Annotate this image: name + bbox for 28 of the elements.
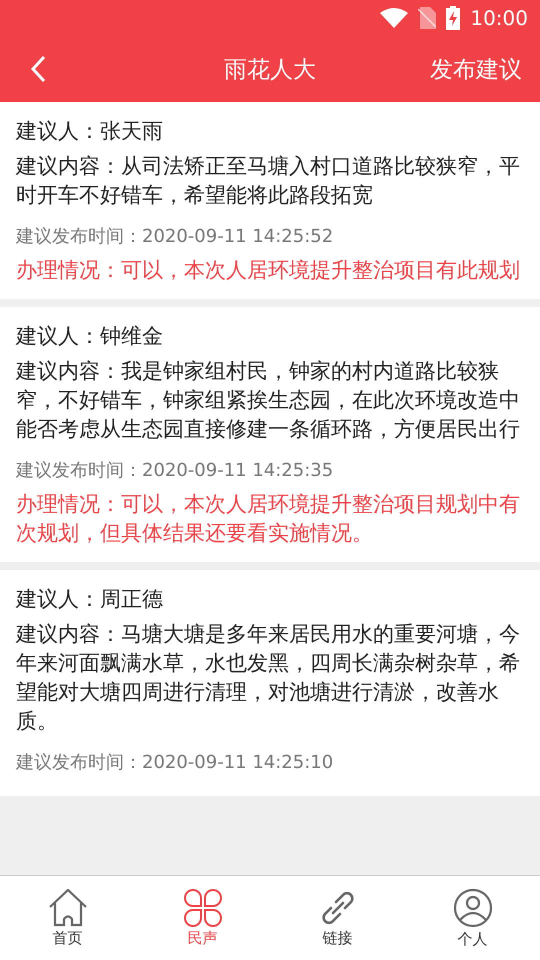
status-time: 10:00 xyxy=(470,6,528,30)
wifi-icon xyxy=(380,8,408,28)
publish-time-text: 建议发布时间：2020-09-11 14:25:10 xyxy=(16,751,334,774)
content-text: 建议内容：从司法矫正至马塘入村口道路比较狭窄，平时开车不好错车，希望能将此路段拓宽 xyxy=(16,153,521,209)
charging-battery-icon xyxy=(446,6,460,30)
publish-suggestion-button[interactable]: 发布建议 xyxy=(430,54,540,84)
handling-status-text: 办理情况：可以，本次人居环境提升整治项目规划中有次规划，但具体结果还要看实施情况。 xyxy=(16,491,521,547)
suggestion-card[interactable]: 建议人：钟维金 建议内容：我是钟家组村民，钟家的村内道路比较狭窄，不好错车，钟家组紧挨生态园，在此次环境改造中能否考虑从生态园直接修建一条循环路，方便居民出行 建议发布时间：2020-09-11 14:25:35 办理情况：可以，本次人居环境提升整治项目规划中有次规划，但具体结果还要看实施情况。 xyxy=(0,307,540,562)
suggestion-card[interactable]: 建议人：周正德 建议内容：马塘大塘是多年来居民用水的重要河塘，今年来河面飘满水草，水也发黑，四周长满杂树杂草，希望能对大塘四周进行清理，对池塘进行清淤，改善水质。 建议发布时间：2020-09-11 14:25:10 xyxy=(0,570,540,796)
nav-tab[interactable]: 民声 xyxy=(135,876,270,960)
proposer-text: 建议人：张天雨 xyxy=(16,118,164,145)
publish-time-text: 建议发布时间：2020-09-11 14:25:35 xyxy=(16,459,334,482)
back-icon xyxy=(30,55,46,83)
clover-icon xyxy=(184,888,222,926)
nav-tab[interactable]: 个人 xyxy=(405,876,540,960)
proposer-text: 建议人：钟维金 xyxy=(16,323,164,350)
handling-status-text: 办理情况：可以，本次人居环境提升整治项目有此规划 xyxy=(16,257,521,284)
page-title: 雨花人大 xyxy=(224,56,316,84)
profile-icon xyxy=(452,888,492,928)
nav-tab[interactable]: 首页 xyxy=(0,876,135,960)
content-text: 建议内容：马塘大塘是多年来居民用水的重要河塘，今年来河面飘满水草，水也发黑，四周长满杂树杂草，希望能对大塘四周进行清理，对池塘进行清淤，改善水质。 xyxy=(16,621,521,735)
no-sim-icon xyxy=(418,7,436,29)
publish-time-text: 建议发布时间：2020-09-11 14:25:52 xyxy=(16,225,334,248)
home-icon xyxy=(48,888,86,926)
proposer-text: 建议人：周正德 xyxy=(16,586,164,613)
nav-tab[interactable]: 链接 xyxy=(270,876,405,960)
suggestion-card[interactable]: 建议人：张天雨 建议内容：从司法矫正至马塘入村口道路比较狭窄，平时开车不好错车，希望能将此路段拓宽 建议发布时间：2020-09-11 14:25:52 办理情况：可以，本次人居环境提升整治项目有此规划 xyxy=(0,102,540,299)
content-text: 建议内容：我是钟家组村民，钟家的村内道路比较狭窄，不好错车，钟家组紧挨生态园，在此次环境改造中能否考虑从生态园直接修建一条循环路，方便居民出行 xyxy=(16,358,521,443)
